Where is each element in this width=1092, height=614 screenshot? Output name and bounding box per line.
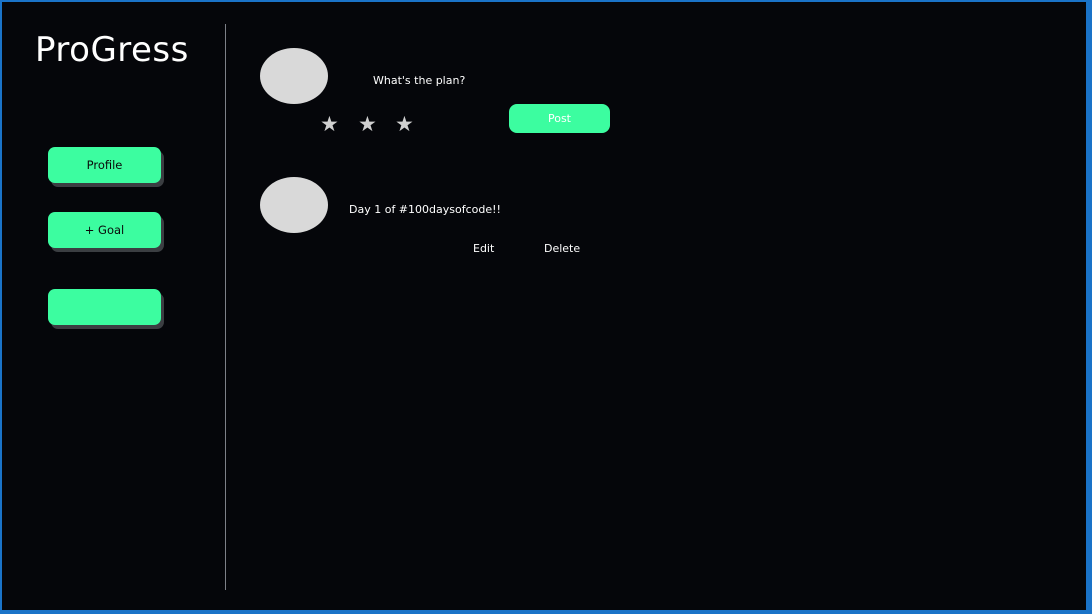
edit-button[interactable]: Edit [473,242,494,255]
star-icon[interactable]: ★ [320,114,339,135]
composer-avatar [260,48,328,104]
add-goal-button[interactable]: + Goal [48,212,161,248]
composer-prompt[interactable]: What's the plan? [373,74,465,87]
post-avatar [260,177,328,233]
delete-button[interactable]: Delete [544,242,580,255]
post-button[interactable]: Post [509,104,610,133]
sidebar-divider [225,24,226,590]
star-icon[interactable]: ★ [358,114,377,135]
sidebar-blank-button[interactable] [48,289,161,325]
app-window: ProGress Profile + Goal What's the plan?… [2,2,1086,610]
profile-button[interactable]: Profile [48,147,161,183]
app-logo-title: ProGress [35,30,189,70]
post-text: Day 1 of #100daysofcode!! [349,203,501,216]
star-icon[interactable]: ★ [395,114,414,135]
